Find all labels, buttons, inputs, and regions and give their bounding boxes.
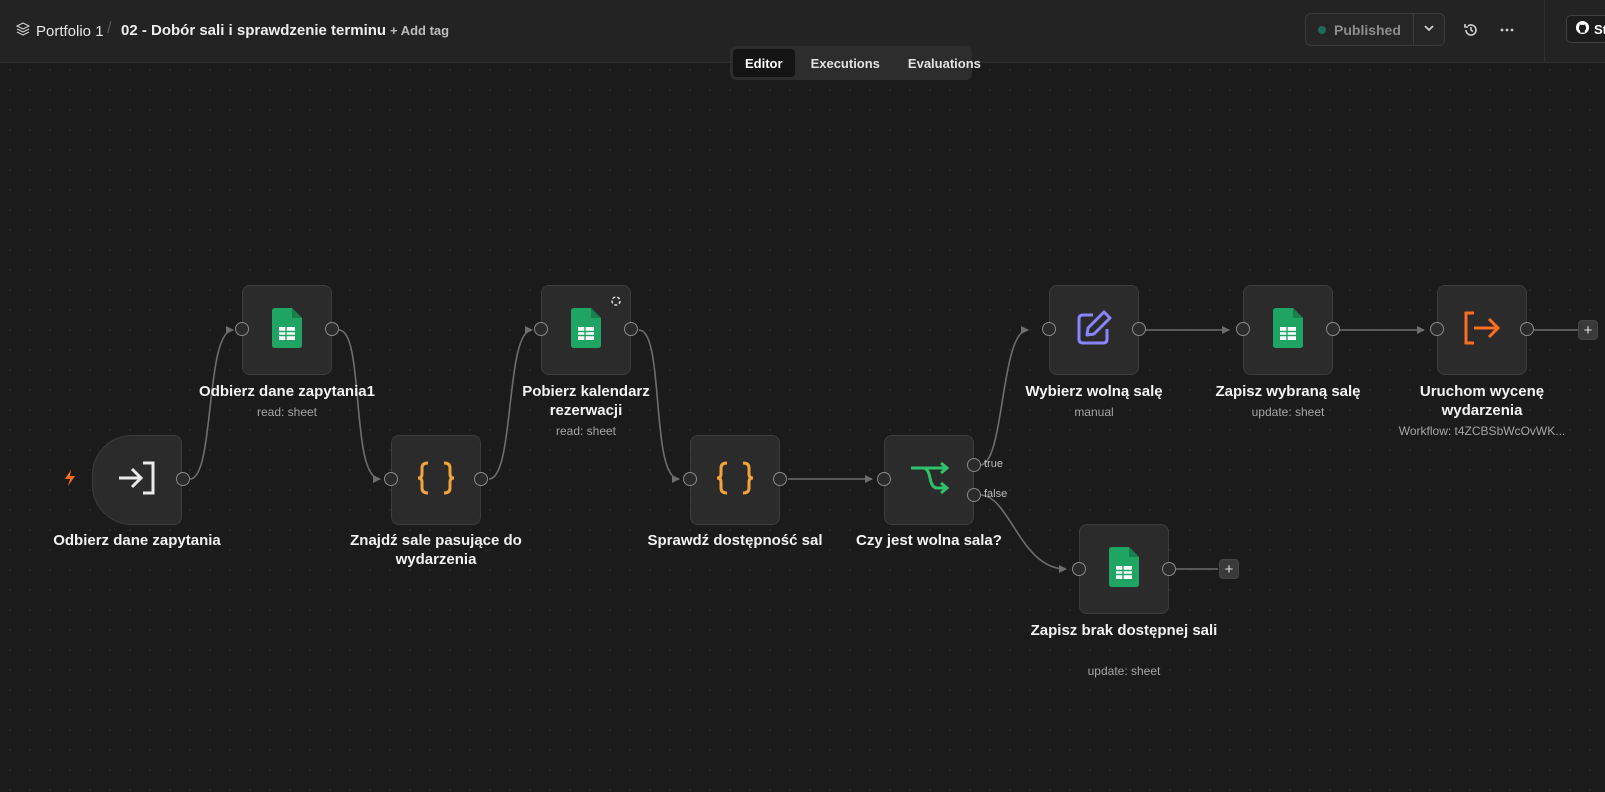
output-port[interactable] (1162, 562, 1176, 576)
node-label: Uruchom wycenę wydarzenia (1419, 383, 1545, 419)
google-sheets-icon (571, 307, 601, 353)
node-label: Znajdź sale pasujące do wydarzenia (350, 532, 522, 568)
branch-label-true: true (984, 458, 1003, 470)
node-exec[interactable] (1437, 285, 1527, 375)
edit-icon (1075, 309, 1113, 352)
output-port[interactable] (773, 472, 787, 486)
output-port[interactable] (1326, 322, 1340, 336)
node-code2[interactable] (690, 435, 780, 525)
input-port[interactable] (1072, 562, 1086, 576)
node-update2[interactable] (1079, 524, 1169, 614)
node-label: Wybierz wolną salę (1025, 383, 1163, 400)
node-subtitle: update: sheet (1087, 664, 1161, 678)
trigger-bolt-icon (63, 470, 77, 491)
add-node-button[interactable]: + (1219, 559, 1239, 579)
if-branch-icon (909, 460, 950, 501)
node-read1[interactable] (242, 285, 332, 375)
node-subtitle: read: sheet (555, 424, 617, 438)
node-set[interactable] (1049, 285, 1139, 375)
input-port[interactable] (384, 472, 398, 486)
node-label: Sprawdź dostępność sal (647, 532, 823, 549)
curly-braces-icon (416, 460, 456, 501)
node-subtitle: read: sheet (256, 405, 318, 419)
google-sheets-icon (1109, 546, 1139, 592)
output-port[interactable] (624, 322, 638, 336)
output-port-true[interactable] (967, 458, 981, 472)
input-port[interactable] (534, 322, 548, 336)
output-port[interactable] (1520, 322, 1534, 336)
input-port[interactable] (1042, 322, 1056, 336)
node-label: Odbierz dane zapytania1 (199, 383, 375, 400)
input-port[interactable] (683, 472, 697, 486)
node-subtitle: Workflow: t4ZCBSbWcOvWK... (1398, 424, 1566, 438)
node-if[interactable] (884, 435, 974, 525)
pin-icon (610, 294, 622, 312)
output-port[interactable] (474, 472, 488, 486)
execute-workflow-icon (1462, 310, 1502, 351)
google-sheets-icon (1273, 307, 1303, 353)
node-code1[interactable] (391, 435, 481, 525)
output-port[interactable] (1132, 322, 1146, 336)
branch-label-false: false (984, 488, 1008, 500)
input-port[interactable] (235, 322, 249, 336)
node-subtitle: update: sheet (1251, 405, 1325, 419)
node-trigger[interactable] (92, 435, 182, 525)
node-read2[interactable] (541, 285, 631, 375)
google-sheets-icon (272, 307, 302, 353)
node-label: Pobierz kalendarz rezerwacji (522, 383, 650, 419)
output-port[interactable] (176, 472, 190, 486)
output-port-false[interactable] (967, 488, 981, 502)
node-label: Odbierz dane zapytania (53, 532, 221, 549)
node-label: Czy jest wolna sala? (856, 532, 1002, 549)
input-port[interactable] (1236, 322, 1250, 336)
sign-in-icon (117, 460, 157, 501)
input-port[interactable] (877, 472, 891, 486)
output-port[interactable] (325, 322, 339, 336)
curly-braces-icon (715, 460, 755, 501)
add-node-button[interactable]: + (1578, 320, 1598, 340)
node-label: Zapisz brak dostępnej sali (1030, 622, 1218, 639)
input-port[interactable] (1430, 322, 1444, 336)
node-label: Zapisz wybraną salę (1215, 383, 1361, 400)
node-update1[interactable] (1243, 285, 1333, 375)
node-subtitle: manual (1074, 405, 1114, 419)
